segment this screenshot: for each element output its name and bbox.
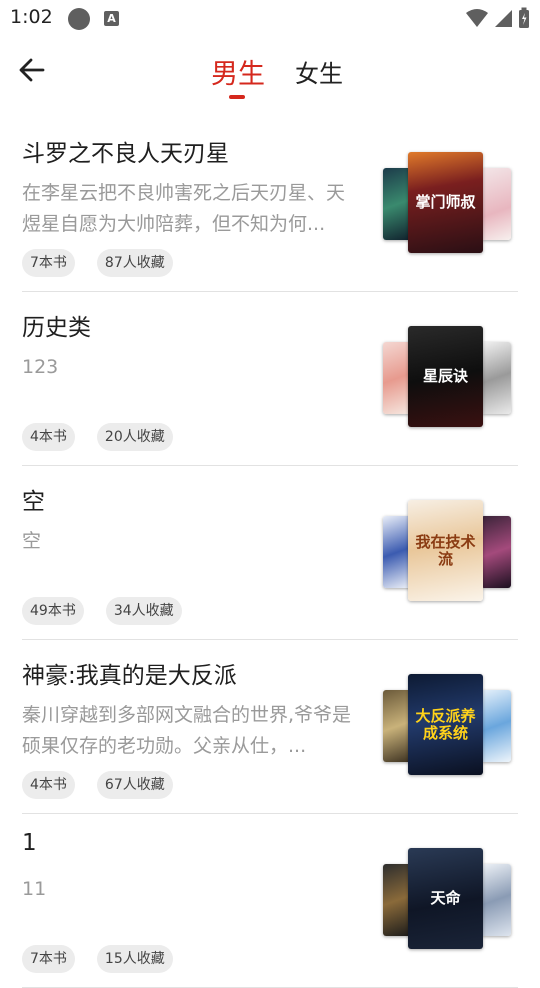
cover-stack: 大反派养成系统: [380, 674, 512, 778]
favorite-count-badge: 34人收藏: [105, 597, 182, 625]
book-cover-title: 大反派养成系统: [415, 706, 476, 742]
booklist-description: 在李星云把不良帅害死之后天刃星、天煜星自愿为大帅陪葬，但不知为何...: [22, 182, 346, 235]
book-cover-right: [481, 516, 511, 588]
booklist-description: 空: [22, 530, 42, 552]
active-tab-indicator: [229, 95, 245, 99]
booklist-tags: 7本书 87人收藏: [22, 249, 173, 277]
booklist-title: 斗罗之不良人天刃星: [22, 141, 229, 167]
book-cover-title: 天命: [430, 889, 461, 907]
keyboard-a-icon: A: [104, 11, 119, 26]
booklist-item[interactable]: 空 空 49本书 34人收藏 我在技术流: [22, 466, 518, 640]
book-cover-right: [481, 690, 511, 762]
status-bar: 1:02 A: [0, 0, 540, 38]
tab-female[interactable]: 女生: [295, 54, 343, 89]
booklist-description: 123: [22, 356, 59, 378]
booklist-title: 空: [22, 489, 45, 515]
back-button[interactable]: [14, 52, 50, 88]
booklist-tags: 49本书 34人收藏: [22, 597, 182, 625]
book-cover-main: 星辰诀: [408, 326, 483, 427]
status-time: 1:02: [10, 6, 53, 28]
booklist-item[interactable]: 1 11 7本书 15人收藏 天命: [22, 814, 518, 988]
booklist-title: 历史类: [22, 315, 91, 341]
booklist-title: 神豪:我真的是大反派: [22, 663, 237, 689]
book-cover-right: [481, 864, 511, 936]
booklist-title: 1: [22, 830, 37, 856]
cover-stack: 星辰诀: [380, 326, 512, 430]
book-cover-main: 掌门师叔: [408, 152, 483, 253]
cover-stack: 我在技术流: [380, 500, 512, 604]
booklist-description: 秦川穿越到多部网文融合的世界,爷爷是硕果仅存的老功勋。父亲从仕，...: [22, 704, 352, 757]
favorite-count-badge: 15人收藏: [96, 945, 173, 973]
booklist-item[interactable]: 斗罗之不良人天刃星 在李星云把不良帅害死之后天刃星、天煜星自愿为大帅陪葬，但不知…: [22, 118, 518, 292]
book-cover-title: 我在技术流: [415, 532, 476, 568]
book-count-badge: 49本书: [22, 597, 84, 625]
book-cover-title: 星辰诀: [422, 367, 468, 385]
book-count-badge: 4本书: [22, 423, 75, 451]
book-count-badge: 4本书: [22, 771, 75, 799]
status-icons: [465, 7, 530, 29]
notification-dot-icon: [68, 8, 90, 30]
book-cover-main: 天命: [408, 848, 483, 949]
signal-icon: [494, 10, 512, 27]
favorite-count-badge: 67人收藏: [96, 771, 173, 799]
header: 男生 女生: [0, 38, 540, 110]
book-cover-right: [481, 168, 511, 240]
booklist-tags: 4本书 20人收藏: [22, 423, 173, 451]
favorite-count-badge: 20人收藏: [96, 423, 173, 451]
favorite-count-badge: 87人收藏: [96, 249, 173, 277]
booklist-item[interactable]: 历史类 123 4本书 20人收藏 星辰诀: [22, 292, 518, 466]
book-cover-main: 大反派养成系统: [408, 674, 483, 775]
book-cover-right: [481, 342, 511, 414]
tab-male[interactable]: 男生: [211, 52, 265, 91]
booklist-tags: 7本书 15人收藏: [22, 945, 173, 973]
cover-stack: 天命: [380, 848, 512, 952]
arrow-left-icon: [19, 58, 45, 82]
battery-icon: [519, 7, 529, 28]
book-cover-main: 我在技术流: [408, 500, 483, 601]
book-cover-title: 掌门师叔: [415, 193, 476, 211]
booklist-tags: 4本书 67人收藏: [22, 771, 173, 799]
book-count-badge: 7本书: [22, 945, 75, 973]
booklist-list: 斗罗之不良人天刃星 在李星云把不良帅害死之后天刃星、天煜星自愿为大帅陪葬，但不知…: [22, 118, 518, 988]
wifi-icon: [465, 9, 488, 27]
book-count-badge: 7本书: [22, 249, 75, 277]
booklist-description: 11: [22, 878, 47, 900]
cover-stack: 掌门师叔: [380, 152, 512, 256]
booklist-item[interactable]: 神豪:我真的是大反派 秦川穿越到多部网文融合的世界,爷爷是硕果仅存的老功勋。父亲…: [22, 640, 518, 814]
